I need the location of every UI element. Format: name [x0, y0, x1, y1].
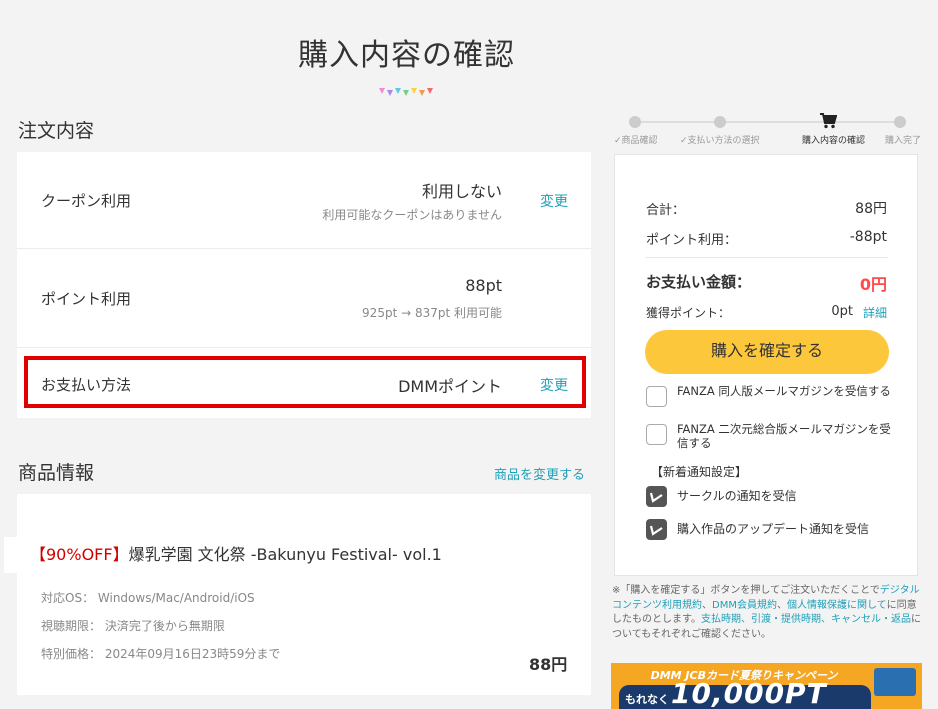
step-dot	[894, 116, 906, 128]
check-icon	[649, 525, 663, 536]
coupon-sub: 利用可能なクーポンはありません	[322, 208, 502, 222]
note-text: 、	[776, 599, 787, 611]
special-price-info: 特別価格： 2024年09月16日23時59分まで	[41, 647, 281, 661]
product-title[interactable]: 【90%OFF】爆乳学園 文化祭 -Bakunyu Festival- vol.…	[4, 537, 442, 573]
coupon-label: クーポン利用	[41, 192, 132, 210]
notify2-label: 購入作品のアップデート通知を受信	[677, 522, 870, 536]
order-summary: 合計： 88円 ポイント利用： -88pt お支払い金額： 0円 獲得ポイント：…	[614, 154, 918, 576]
newsletter2-checkbox[interactable]	[646, 424, 667, 445]
banner-big-text: 10,000PT	[671, 677, 827, 709]
notify2-checkbox[interactable]	[646, 519, 667, 540]
progress-steps: ✓商品確認 ✓支払い方法の選択 購入内容の確認 購入完了	[614, 112, 934, 148]
step-label: ✓商品確認	[614, 136, 658, 146]
step-dot	[714, 116, 726, 128]
divider	[646, 257, 888, 258]
pay-amount-label: お支払い金額：	[646, 273, 752, 291]
credit-card-icon	[874, 668, 916, 696]
newsletter2-label: FANZA 二次元総合版メールマガジンを受信する	[677, 422, 891, 450]
product-price: 88円	[529, 655, 568, 674]
notify-heading: 【新着通知設定】	[651, 465, 748, 479]
product-section-title: 商品情報	[18, 462, 95, 484]
points-used-value: -88pt	[849, 229, 887, 245]
total-value: 88円	[855, 201, 887, 217]
earn-points-value: 0pt	[831, 304, 853, 319]
points-sub: 925pt → 837pt 利用可能	[362, 306, 502, 320]
discount-tag: 【90%OFF】	[30, 545, 129, 564]
banner-small-text: もれなく	[625, 693, 669, 706]
newsletter1-checkbox[interactable]	[646, 386, 667, 407]
os-info: 対応OS： Windows/Mac/Android/iOS	[41, 591, 255, 605]
period-info: 視聴期限： 決済完了後から無期限	[41, 619, 225, 633]
newsletter1-label: FANZA 同人版メールマガジンを受信する	[677, 384, 891, 398]
terms-note: ※「購入を確定する」ボタンを押してご注文いただくことでデジタルコンテンツ利用規約…	[612, 584, 922, 642]
points-used-label: ポイント利用：	[646, 233, 738, 248]
points-label: ポイント利用	[41, 290, 132, 308]
coupon-row: クーポン利用 利用しない 利用可能なクーポンはありません 変更	[17, 152, 591, 248]
step-label: 購入完了	[885, 136, 922, 146]
coupon-value: 利用しない	[421, 182, 502, 201]
check-icon	[649, 492, 663, 503]
cart-icon	[820, 113, 837, 129]
bunting-decoration	[379, 88, 433, 96]
steps-line	[635, 121, 902, 123]
earn-points-detail-link[interactable]: 詳細	[863, 304, 887, 321]
step-label: ✓支払い方法の選択	[680, 136, 760, 146]
member-terms-link[interactable]: DMM会員規約	[712, 600, 777, 611]
earn-points-label: 獲得ポイント：	[646, 306, 731, 320]
step-dot	[629, 116, 641, 128]
payment-highlight-box	[24, 356, 586, 408]
total-label: 合計：	[646, 203, 686, 218]
product-name: 爆乳学園 文化祭 -Bakunyu Festival- vol.1	[128, 545, 442, 564]
note-text: 、	[702, 599, 712, 611]
change-product-link[interactable]: 商品を変更する	[494, 464, 585, 483]
points-row: ポイント利用 88pt 925pt → 837pt 利用可能	[17, 249, 591, 347]
notify1-label: サークルの通知を受信	[677, 489, 797, 503]
confirm-purchase-button[interactable]: 購入を確定する	[645, 330, 889, 374]
notify1-checkbox[interactable]	[646, 486, 667, 507]
coupon-change-link[interactable]: 変更	[540, 191, 568, 211]
refund-policy-link[interactable]: 支払時期、引渡・提供時期、キャンセル・返品	[701, 614, 911, 625]
page-title: 購入内容の確認	[298, 38, 515, 73]
points-value: 88pt	[465, 276, 502, 295]
pay-amount-value: 0円	[859, 275, 887, 294]
note-text: ※「購入を確定する」ボタンを押してご注文いただくことで	[612, 585, 880, 596]
privacy-link[interactable]: 個人情報保護に関して	[787, 600, 887, 611]
campaign-banner[interactable]: DMM JCBカード夏祭りキャンペーン もれなく 10,000PT	[611, 663, 922, 709]
order-section-title: 注文内容	[18, 120, 95, 142]
step-label: 購入内容の確認	[802, 136, 866, 146]
